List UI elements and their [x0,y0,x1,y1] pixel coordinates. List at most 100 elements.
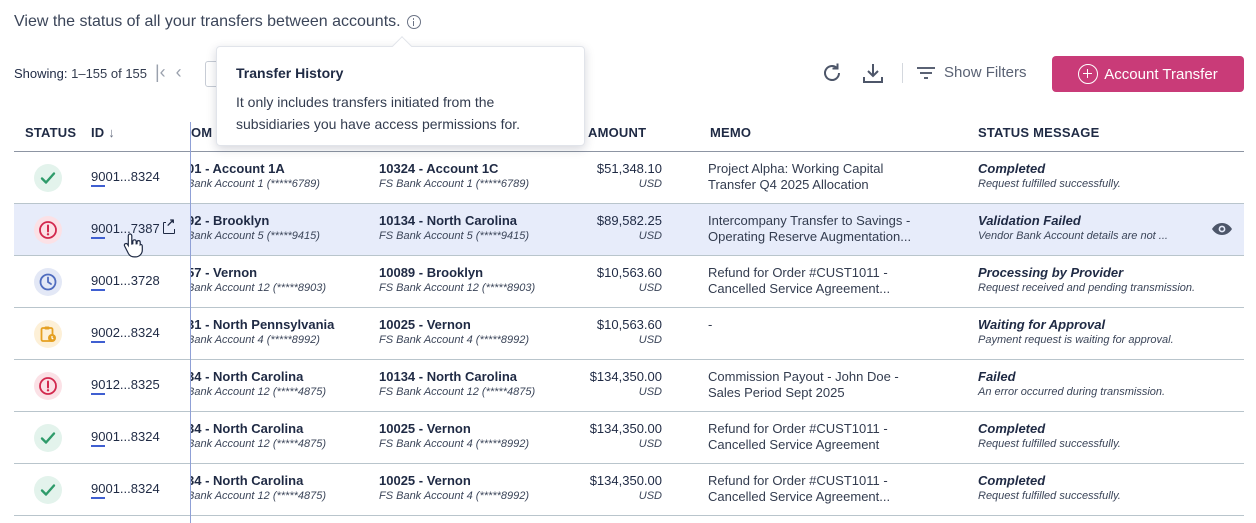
status-title: Completed [978,421,1046,436]
amount-value: $134,350.00 [589,369,662,384]
table-row[interactable]: 9001...738792 - BrooklynBank Account 5 (… [14,204,1244,256]
transfer-id-link[interactable]: 9002...8324 [91,325,160,343]
showing-range: 1–155 of 155 [71,66,148,81]
to-account-name: 10025 - Vernon [379,473,471,488]
amount-value: $51,348.10 [596,161,662,176]
amount-value: $134,350.00 [589,421,662,436]
transfer-id-link[interactable]: 9001...3728 [91,273,160,291]
download-icon[interactable] [860,60,886,86]
description-text: View the status of all your transfers be… [14,13,401,30]
amount-currency: USD [638,230,662,242]
memo-text: Intercompany Transfer to Savings - Operat… [708,213,913,245]
table-row[interactable]: 9001...8324 01 - Account 1A Bank Account 1… [14,152,1244,204]
status-title: Waiting for Approval [978,317,1106,332]
memo-line-1: Commission Payout - John Doe - [708,369,899,384]
from-account-bank: Bank Account 12 (*****8903) [191,282,327,294]
info-icon[interactable] [406,15,421,29]
to-account-bank: FS Bank Account 4 (*****8992) [379,438,530,450]
memo-text: - [708,317,913,333]
to-account-bank: FS Bank Account 1 (*****6789) [379,178,530,190]
to-account-bank: FS Bank Account 12 (*****8903) [379,282,536,294]
table-row[interactable]: 9001...8324 34 - North Carolina Bank Accou… [14,412,1244,464]
transfer-id-link[interactable]: 9001...8324 [91,429,160,447]
eye-icon[interactable] [1211,222,1233,236]
to-account-name: 10134 - North Carolina [379,213,517,228]
from-account-cell: 92 - Brooklyn Bank Account 5 (*****9415) [191,204,371,256]
from-account-name: 34 - North Carolina [191,473,304,488]
col-header-id[interactable]: ID ↓ [91,125,115,140]
amount-value: $10,563.60 [596,265,662,280]
memo-line-1: Refund for Order #CUST1011 - [708,421,888,436]
table-row[interactable]: 9012...8325 34 - North Carolina Bank Accou… [14,360,1244,412]
prev-page-icon[interactable]: ‹ [176,62,182,83]
show-filters-button[interactable]: Show Filters [916,64,1027,81]
amount-currency: USD [638,282,662,294]
col-header-id-label: ID [91,125,105,140]
col-header-status-message[interactable]: STATUS MESSAGE [978,125,1100,140]
transfer-id-link[interactable]: 9001...8324 [91,169,160,187]
status-detail: Vendor Bank Account details are not ... [978,230,1168,242]
status-detail: An error occurred during transmission. [978,386,1166,398]
table-row[interactable]: 9002...8324 31 - North Pennsylvania Bank A… [14,308,1244,360]
transfer-history-tooltip: Transfer History It only includes transf… [216,46,585,146]
to-account-bank: FS Bank Account 4 (*****8992) [379,334,530,346]
to-account-bank: FS Bank Account 4 (*****8992) [379,490,530,502]
status-detail: Request fulfilled successfully. [978,178,1121,190]
status-title: Completed [978,161,1046,176]
from-account-name: 34 - North Carolina [191,421,304,436]
memo-line-2: Operating Reserve Augmentation... [708,229,912,244]
memo-line-2: Sales Period Sept 2025 [708,385,845,400]
col-header-status[interactable]: STATUS [25,125,76,140]
from-account-bank: Bank Account 4 (*****8992) [191,334,320,346]
from-account-bank: Bank Account 12 (*****4875) [191,438,327,450]
page-description: View the status of all your transfers be… [14,13,421,31]
from-account-name: 01 - Account 1A [191,161,285,176]
amount-currency: USD [638,490,662,502]
memo-text: Refund for Order #CUST1011 - Cancelled Se… [708,473,913,505]
status-title: Failed [978,369,1016,384]
status-detail: Payment request is waiting for approval. [978,334,1174,346]
from-account-name: 34 - North Carolina [191,369,304,384]
from-account-cell: 01 - Account 1A Bank Account 1 (*****6789… [191,152,371,204]
clock-icon [34,268,62,296]
check-icon [34,476,62,504]
memo-line-2: Cancelled Service Agreement [708,437,880,452]
from-account-bank: Bank Account 5 (*****9415) [191,230,320,242]
check-icon [34,164,62,192]
account-transfer-button[interactable]: Account Transfer [1052,56,1244,92]
status-detail: Request received and pending transmissio… [978,282,1196,294]
from-account-cell: 34 - North Carolina Bank Account 12 (****… [191,412,371,464]
pagination-controls: |‹ ‹ [155,62,182,83]
memo-text: Project Alpha: Working Capital Transfer Q… [708,161,913,193]
transfer-id-link[interactable]: 9001...8324 [91,481,160,499]
from-account-cell: 57 - Vernon Bank Account 12 (*****8903) [191,256,371,308]
transfer-id-link[interactable]: 9012...8325 [91,377,160,395]
to-account-bank: FS Bank Account 5 (*****9415) [379,230,530,242]
first-page-icon[interactable]: |‹ [155,62,166,83]
memo-line-1: Intercompany Transfer to Savings - [708,213,911,228]
status-detail: Request fulfilled successfully. [978,438,1121,450]
memo-line-1: Refund for Order #CUST1011 - [708,473,888,488]
status-detail: Request fulfilled successfully. [978,490,1121,502]
from-account-cell: 34 - North Carolina Bank Account 12 (****… [191,360,371,412]
from-account-name: 31 - North Pennsylvania [191,317,335,332]
to-account-name: 10025 - Vernon [379,317,471,332]
to-account-name: 10025 - Vernon [379,421,471,436]
memo-line-1: - [708,317,713,332]
table-row[interactable]: 9001...3728 57 - Vernon Bank Account 12 (*… [14,256,1244,308]
to-account-name: 10089 - Brooklyn [379,265,484,280]
from-account-bank: Bank Account 12 (*****4875) [191,490,327,502]
from-account-cell: 31 - North Pennsylvania Bank Account 4 (*… [191,308,371,360]
pagination-summary: Showing: 1–155 of 155 [14,66,147,81]
refresh-icon[interactable] [819,60,845,86]
amount-value: $134,350.00 [589,473,662,488]
col-header-memo[interactable]: MEMO [710,125,751,140]
col-header-amount[interactable]: AMOUNT [588,125,646,140]
external-link-icon[interactable] [163,217,176,234]
col-header-from[interactable]: OM [191,125,212,140]
showing-label: Showing: [14,66,68,81]
table-row[interactable]: 9001...8324 34 - North Carolina Bank Accou… [14,464,1244,516]
to-account-name: 10324 - Account 1C [379,161,499,176]
sort-down-icon[interactable]: ↓ [108,125,115,140]
tooltip-body: It only includes transfers initiated fro… [236,94,521,132]
